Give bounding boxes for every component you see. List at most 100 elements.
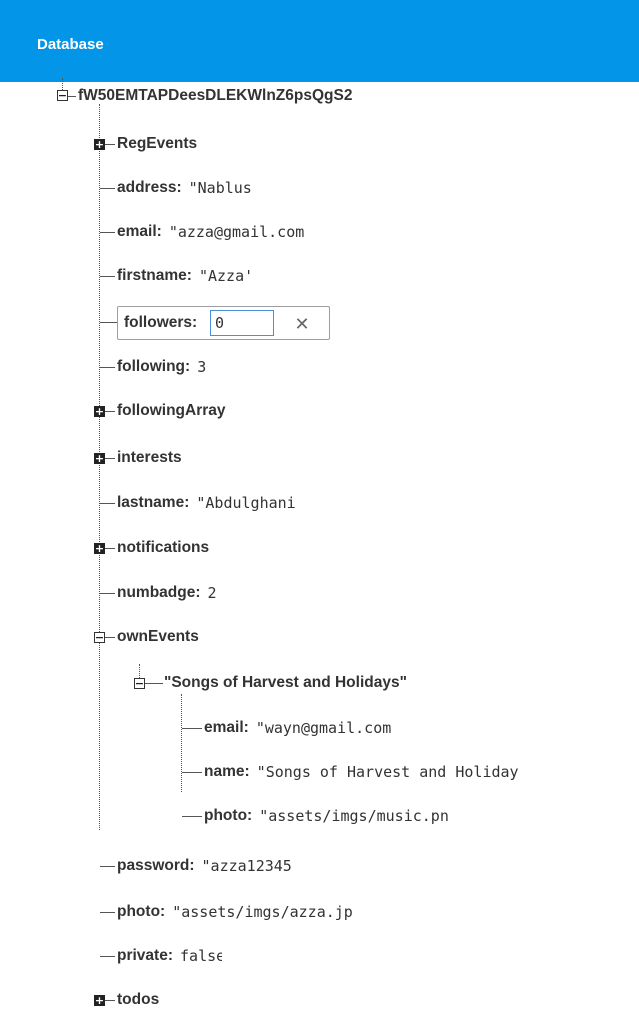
node-key: numbadge [117, 584, 196, 601]
tree-node-root[interactable]: fW50EMTAPDeesDLEKWlnZ6psQgS2 [78, 84, 352, 108]
colon: : [160, 903, 166, 920]
tree-connector [105, 458, 115, 459]
node-key: private [117, 947, 168, 964]
followers-key: followers: [124, 314, 198, 331]
node-key: email [117, 223, 157, 240]
tree-node-following[interactable]: following: 3 [117, 355, 206, 379]
tree-connector [182, 728, 202, 729]
node-key: following [117, 358, 186, 375]
colon: : [186, 267, 192, 284]
expand-todos-icon[interactable]: + [94, 995, 105, 1006]
tree-node-ownevent-item[interactable]: "Songs of Harvest and Holidays" [164, 671, 407, 695]
node-key: fW50EMTAPDeesDLEKWlnZ6psQgS2 [78, 87, 353, 104]
node-key: ownEvents [117, 628, 199, 645]
node-value: "assets/imgs/azza.jp [172, 903, 353, 921]
tree-node-photo[interactable]: photo: "assets/imgs/azza.jp [117, 900, 353, 924]
colon: : [243, 719, 249, 736]
colon: : [195, 584, 201, 601]
tree-connector [105, 1000, 115, 1001]
expand-regevents-icon[interactable]: + [94, 139, 105, 150]
followers-edit-row: followers: ✕ [117, 306, 330, 340]
colon: : [184, 494, 190, 511]
tree-connector [182, 816, 202, 817]
tree-node-todos[interactable]: todos [117, 988, 159, 1012]
colon: : [156, 223, 162, 240]
node-value: 2 [207, 584, 217, 602]
collapse-ownevents-icon[interactable]: − [94, 632, 105, 643]
tree-node-email[interactable]: email: "azza@gmail.com [117, 220, 304, 244]
tree-connector [100, 593, 115, 594]
tree-connector [145, 683, 163, 684]
tree-node-notifications[interactable]: notifications [117, 536, 209, 560]
tree-node-interests[interactable]: interests [117, 446, 182, 470]
node-value: "azza@gmail.com [168, 223, 305, 241]
expand-followingarray-icon[interactable]: + [94, 406, 105, 417]
tree-connector [68, 96, 76, 97]
node-key: address [117, 179, 177, 196]
node-key: firstname [117, 267, 187, 284]
expand-notifications-icon[interactable]: + [94, 543, 105, 554]
tree-connector [105, 548, 115, 549]
tree-connector [100, 912, 115, 913]
tree-node-password[interactable]: password: "azza12345 [117, 854, 292, 878]
tree-connector [100, 956, 115, 957]
tree-node-regevents[interactable]: RegEvents [117, 132, 197, 156]
colon: : [185, 358, 191, 375]
node-key: "Songs of Harvest and Holidays" [164, 674, 407, 691]
node-value: "Songs of Harvest and Holiday [256, 763, 519, 781]
node-key: photo [204, 807, 248, 824]
node-key: email [204, 719, 244, 736]
tree-node-ownevent-photo[interactable]: photo: "assets/imgs/music.pn [204, 804, 449, 828]
node-key: RegEvents [117, 135, 198, 152]
tree-connector [105, 144, 115, 145]
tree-node-lastname[interactable]: lastname: "Abdulghani [117, 491, 296, 515]
colon: : [176, 179, 182, 196]
node-value: "assets/imgs/music.pn [259, 807, 449, 825]
node-key: todos [117, 991, 160, 1008]
tree-connector [105, 637, 115, 638]
tree-connector [100, 866, 115, 867]
close-icon[interactable]: ✕ [290, 312, 314, 336]
node-value: "Abdulghani [196, 494, 296, 512]
tree-guide-ownevent-item [181, 694, 182, 792]
tree-node-followingarray[interactable]: followingArray [117, 399, 226, 423]
node-value: 3 [197, 358, 207, 376]
node-value: "azza12345 [201, 857, 292, 875]
tree-connector [100, 503, 115, 504]
tree-node-ownevents[interactable]: ownEvents [117, 625, 199, 649]
tree-node-private[interactable]: private: false [117, 944, 222, 968]
node-value: "Azza' [198, 267, 254, 285]
node-key: interests [117, 449, 182, 466]
colon: : [247, 807, 253, 824]
node-value: "Nablus [188, 179, 252, 197]
expand-interests-icon[interactable]: + [94, 453, 105, 464]
collapse-root-icon[interactable]: − [57, 90, 68, 101]
node-key: name [204, 763, 245, 780]
followers-value-input[interactable] [210, 310, 274, 336]
tree-node-ownevent-name[interactable]: name: "Songs of Harvest and Holiday [204, 760, 519, 784]
database-tree: − fW50EMTAPDeesDLEKWlnZ6psQgS2 + RegEven… [0, 0, 639, 1032]
tree-guide-level1 [99, 104, 100, 830]
tree-node-firstname[interactable]: firstname: "Azza' [117, 264, 253, 288]
node-key: password [117, 857, 190, 874]
tree-connector [105, 411, 115, 412]
node-key: notifications [117, 539, 210, 556]
tree-connector [100, 188, 115, 189]
colon: : [167, 947, 174, 964]
tree-connector [100, 232, 115, 233]
node-key: followingArray [117, 402, 226, 419]
tree-connector [100, 322, 117, 323]
node-value: "wayn@gmail.com [255, 719, 392, 737]
node-key: photo [117, 903, 161, 920]
node-value: false [180, 947, 223, 965]
tree-connector [182, 772, 202, 773]
tree-connector [100, 367, 115, 368]
tree-connector [100, 276, 115, 277]
colon: : [189, 857, 195, 874]
tree-node-numbadge[interactable]: numbadge: 2 [117, 581, 217, 605]
tree-node-ownevent-email[interactable]: email: "wayn@gmail.com [204, 716, 391, 740]
colon: : [244, 763, 250, 780]
collapse-ownevent-item-icon[interactable]: − [134, 678, 145, 689]
node-key: lastname [117, 494, 185, 511]
tree-node-address[interactable]: address: "Nablus [117, 176, 252, 200]
